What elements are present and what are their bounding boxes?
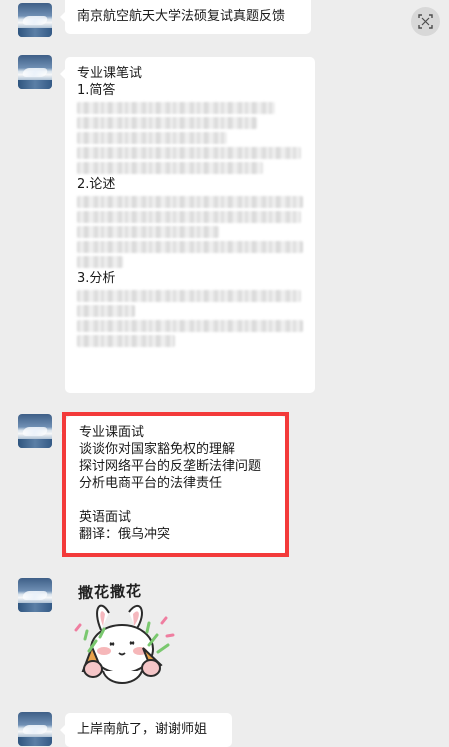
- section-label: 1.简答: [77, 83, 116, 98]
- section-label: 2.论述: [77, 177, 116, 192]
- message-text: 南京航空航天大学法硕复试真题反馈: [77, 9, 286, 24]
- blurred-text: [77, 102, 275, 114]
- blurred-text: [77, 196, 303, 208]
- message-heading: 专业课笔试: [77, 66, 143, 81]
- blurred-text: [77, 256, 123, 268]
- scan-button[interactable]: [411, 7, 440, 36]
- blurred-text: [77, 211, 301, 223]
- avatar[interactable]: [18, 3, 52, 37]
- blurred-text: [77, 132, 227, 144]
- message-bubble[interactable]: 专业课笔试 1.简答 2.论述 3.分析: [60, 57, 315, 393]
- message-row: 南京航空航天大学法硕复试真题反馈: [0, 0, 449, 40]
- blurred-text: [77, 147, 301, 159]
- blurred-text: [77, 320, 303, 332]
- message-text: 上岸南航了，谢谢师姐: [77, 722, 208, 737]
- blurred-text: [77, 226, 219, 238]
- blurred-text: [77, 335, 175, 347]
- blurred-text: [77, 305, 135, 317]
- blurred-text: [77, 290, 301, 302]
- bunny-sticker-icon: [74, 604, 175, 684]
- message-bubble[interactable]: 南京航空航天大学法硕复试真题反馈: [60, 0, 311, 34]
- blurred-text: [77, 241, 303, 253]
- highlight-box: [62, 412, 289, 557]
- avatar[interactable]: [18, 578, 52, 612]
- avatar[interactable]: [18, 55, 52, 89]
- message-bubble[interactable]: 上岸南航了，谢谢师姐: [60, 713, 232, 747]
- section-label: 3.分析: [77, 271, 116, 286]
- avatar[interactable]: [18, 712, 52, 746]
- blurred-text: [77, 162, 263, 174]
- scan-icon: [418, 14, 433, 29]
- sticker[interactable]: 撒花撒花: [67, 581, 177, 693]
- blurred-text: [77, 117, 257, 129]
- avatar[interactable]: [18, 414, 52, 448]
- chat-window: 南京航空航天大学法硕复试真题反馈 专业课笔试 1.简答 2.论述 3.分析 专业…: [0, 0, 449, 747]
- sticker-text: 撒花撒花: [77, 581, 143, 603]
